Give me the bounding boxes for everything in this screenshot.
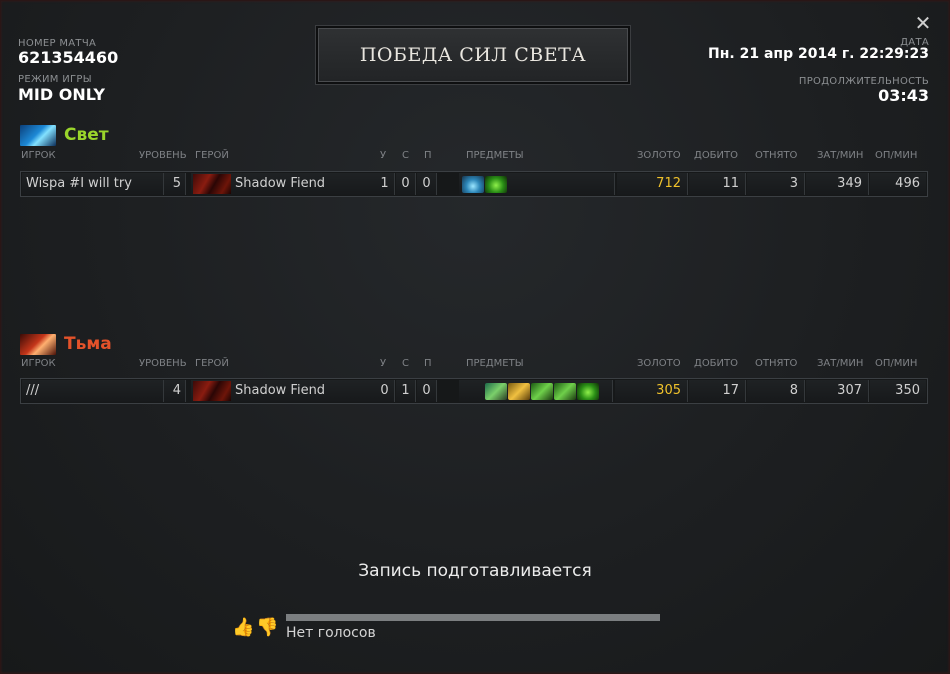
hero-name: Shadow Fiend <box>235 383 326 398</box>
hero-name: Shadow Fiend <box>235 176 326 191</box>
vote-count: Нет голосов <box>286 625 376 641</box>
col-assists: П <box>424 358 432 369</box>
radiant-team-name: Свет <box>64 125 109 145</box>
assists-value: 0 <box>417 173 437 195</box>
xpm-value: 307 <box>806 380 869 402</box>
gpm-value: 496 <box>870 173 926 195</box>
result-banner: ПОБЕДА СИЛ СВЕТА <box>316 26 630 84</box>
blades-icon[interactable] <box>508 383 530 400</box>
col-items: ПРЕДМЕТЫ <box>466 358 524 369</box>
col-denies: ОТНЯТО <box>755 150 798 161</box>
col-xpm: ЗАТ/МИН <box>817 150 864 161</box>
col-deaths: С <box>402 358 409 369</box>
match-id: 621354460 <box>18 48 119 67</box>
match-duration: 03:43 <box>878 86 929 105</box>
hero-cell[interactable]: Shadow Fiend <box>191 380 376 402</box>
player-level: 4 <box>164 380 186 402</box>
close-icon[interactable]: ✕ <box>912 12 934 34</box>
col-level: УРОВЕНЬ <box>139 358 187 369</box>
col-deaths: С <box>402 150 409 161</box>
hero-portrait-icon <box>193 174 231 194</box>
col-xpm: ЗАТ/МИН <box>817 358 864 369</box>
col-hero: ГЕРОЙ <box>195 150 229 161</box>
gold-value: 305 <box>615 380 688 402</box>
thumbs-down-icon[interactable]: 👎 <box>256 617 278 639</box>
tango-icon[interactable] <box>577 383 599 400</box>
col-kills: У <box>380 150 387 161</box>
radiant-column-headers: ИГРОК УРОВЕНЬ ГЕРОЙ У С П ПРЕДМЕТЫ ЗОЛОТ… <box>20 150 928 162</box>
game-mode: MID ONLY <box>18 85 106 104</box>
last-hits-value: 11 <box>689 173 746 195</box>
table-row[interactable]: /// 4 Shadow Fiend 0 1 0 305 17 8 307 35… <box>20 378 928 404</box>
col-gpm: ОП/МИН <box>875 358 918 369</box>
player-level: 5 <box>164 173 186 195</box>
col-assists: П <box>424 150 432 161</box>
items-cell <box>459 380 613 402</box>
dire-emblem-icon <box>20 333 56 355</box>
col-last-hits: ДОБИТО <box>694 150 739 161</box>
denies-value: 8 <box>747 380 805 402</box>
kills-value: 1 <box>375 173 395 195</box>
col-gpm: ОП/МИН <box>875 150 918 161</box>
col-player: ИГРОК <box>21 358 56 369</box>
radiant-team-header: Свет <box>20 124 109 146</box>
col-kills: У <box>380 358 387 369</box>
match-date: Пн. 21 апр 2014 г. 22:29:23 <box>708 46 929 62</box>
col-items: ПРЕДМЕТЫ <box>466 150 524 161</box>
kills-value: 0 <box>375 380 395 402</box>
circlet-icon[interactable] <box>554 383 576 400</box>
items-cell <box>459 173 615 195</box>
dire-team-name: Тьма <box>64 334 112 354</box>
col-last-hits: ДОБИТО <box>694 358 739 369</box>
col-hero: ГЕРОЙ <box>195 358 229 369</box>
dire-team-header: Тьма <box>20 333 112 355</box>
bottle-icon[interactable] <box>462 176 484 193</box>
deaths-value: 1 <box>396 380 416 402</box>
radiant-emblem-icon <box>20 124 56 146</box>
thumbs-up-icon[interactable]: 👍 <box>232 617 254 639</box>
denies-value: 3 <box>747 173 805 195</box>
game-mode-label: РЕЖИМ ИГРЫ <box>18 74 92 85</box>
player-name[interactable]: /// <box>22 380 164 402</box>
player-name[interactable]: Wispa #I will try <box>22 173 164 195</box>
col-gold: ЗОЛОТО <box>637 150 681 161</box>
last-hits-value: 17 <box>689 380 746 402</box>
col-player: ИГРОК <box>21 150 56 161</box>
xpm-value: 349 <box>806 173 869 195</box>
table-row[interactable]: Wispa #I will try 5 Shadow Fiend 1 0 0 7… <box>20 171 928 197</box>
replay-status: Запись подготавливается <box>358 561 592 581</box>
col-gold: ЗОЛОТО <box>637 358 681 369</box>
result-text: ПОБЕДА СИЛ СВЕТА <box>359 44 587 66</box>
hero-portrait-icon <box>193 381 231 401</box>
circlet-icon[interactable] <box>531 383 553 400</box>
boots-icon[interactable] <box>485 383 507 400</box>
gpm-value: 350 <box>870 380 926 402</box>
col-level: УРОВЕНЬ <box>139 150 187 161</box>
gold-value: 712 <box>617 173 688 195</box>
tango-icon[interactable] <box>485 176 507 193</box>
assists-value: 0 <box>417 380 437 402</box>
deaths-value: 0 <box>396 173 416 195</box>
vote-bar <box>286 614 660 621</box>
col-denies: ОТНЯТО <box>755 358 798 369</box>
dire-column-headers: ИГРОК УРОВЕНЬ ГЕРОЙ У С П ПРЕДМЕТЫ ЗОЛОТ… <box>20 358 928 370</box>
hero-cell[interactable]: Shadow Fiend <box>191 173 376 195</box>
